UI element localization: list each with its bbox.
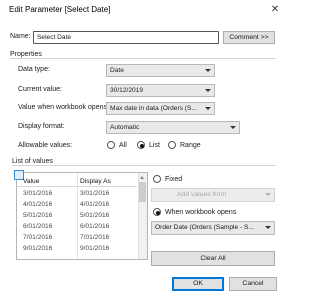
name-label: Name:	[10, 33, 31, 40]
radio-fixed-label: Fixed	[165, 176, 183, 183]
allowable-label: Allowable values:	[18, 142, 73, 149]
on-open-select[interactable]: Max date in data (Orders (S...	[106, 102, 215, 115]
chevron-down-icon	[205, 107, 211, 110]
comment-button[interactable]: Comment >>	[223, 31, 275, 44]
add-values-from-label: Add values from	[177, 191, 227, 198]
column-header-value: Value	[23, 178, 40, 185]
chevron-down-icon	[265, 226, 271, 229]
cell-display[interactable]: 6/01/2016	[80, 223, 109, 230]
display-format-label: Display format:	[18, 123, 65, 130]
close-icon[interactable]: ✕	[268, 3, 282, 17]
radio-when-workbook-opens-label: When workbook opens	[165, 209, 237, 216]
properties-separator	[10, 58, 276, 59]
cell-display[interactable]: 7/01/2016	[80, 234, 109, 241]
on-open-value: Max date in data (Orders (S...	[110, 105, 197, 112]
cancel-button[interactable]: Cancel	[229, 277, 277, 291]
radio-when-workbook-opens[interactable]	[153, 208, 161, 216]
cell-display[interactable]: 9/01/2016	[80, 245, 109, 252]
cell-value[interactable]: 7/01/2016	[23, 234, 52, 241]
data-type-label: Data type:	[18, 66, 50, 73]
list-of-values-header: List of values	[12, 158, 53, 165]
chevron-down-icon	[230, 126, 236, 129]
cell-value[interactable]: 4/01/2016	[23, 201, 52, 208]
name-input[interactable]: Select Date	[33, 31, 219, 44]
on-open-label: Value when workbook opens:	[18, 104, 109, 111]
scroll-up-icon[interactable]	[140, 176, 144, 179]
cell-display[interactable]: 5/01/2016	[80, 212, 109, 219]
add-values-from-button: Add values from	[151, 188, 275, 202]
source-field-select[interactable]: Order Date (Orders (Sample - S...	[151, 221, 275, 235]
cell-value[interactable]: 9/01/2016	[23, 245, 52, 252]
cell-value[interactable]: 6/01/2016	[23, 223, 52, 230]
ok-button[interactable]: OK	[172, 277, 224, 291]
radio-list-label: List	[149, 142, 160, 149]
scrollbar-thumb[interactable]	[139, 182, 146, 202]
column-header-display-as: Display As	[80, 178, 111, 185]
chevron-down-icon	[205, 89, 211, 92]
radio-all-label: All	[119, 142, 127, 149]
current-value-value: 30/12/2019	[110, 87, 144, 94]
radio-list[interactable]	[137, 141, 145, 149]
clear-all-button[interactable]: Clear All	[151, 251, 275, 266]
display-format-value: Automatic	[110, 124, 140, 131]
display-format-select[interactable]: Automatic	[106, 121, 240, 134]
properties-header: Properties	[10, 51, 42, 58]
cell-value[interactable]: 5/01/2016	[23, 212, 52, 219]
current-value-label: Current value:	[18, 86, 62, 93]
chevron-down-icon	[265, 193, 271, 196]
current-value-select[interactable]: 30/12/2019	[106, 84, 215, 97]
data-type-value: Date	[110, 67, 124, 74]
source-field-value: Order Date (Orders (Sample - S...	[155, 224, 254, 231]
cell-display[interactable]: 3/01/2016	[80, 190, 109, 197]
radio-fixed[interactable]	[153, 175, 161, 183]
radio-range[interactable]	[168, 141, 176, 149]
chevron-down-icon	[205, 69, 211, 72]
dialog-title: Edit Parameter [Select Date]	[9, 5, 111, 14]
radio-all[interactable]	[107, 141, 115, 149]
list-separator	[12, 165, 276, 166]
radio-range-label: Range	[180, 142, 201, 149]
header-divider	[17, 186, 137, 187]
data-type-select[interactable]: Date	[106, 64, 215, 77]
cell-display[interactable]: 4/01/2016	[80, 201, 109, 208]
cell-value[interactable]: 3/01/2016	[23, 190, 52, 197]
